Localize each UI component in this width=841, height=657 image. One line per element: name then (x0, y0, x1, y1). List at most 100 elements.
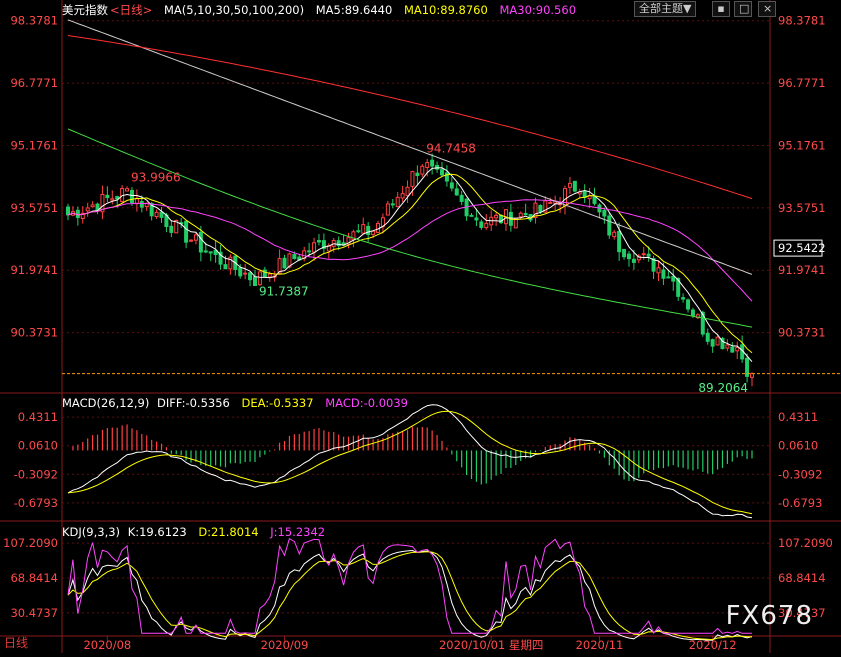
kdj-y-tick-right: 68.8414 (778, 571, 826, 585)
candle-body (282, 257, 287, 269)
candle-body (154, 211, 159, 218)
candle-body (617, 231, 622, 253)
macd-dea-line (67, 410, 753, 515)
candle-body (715, 336, 720, 346)
candle-body (129, 190, 134, 204)
price-y-tick-left: 93.5751 (10, 201, 58, 215)
instrument-title: 美元指数 (62, 3, 108, 17)
close-icon[interactable]: × (758, 1, 776, 17)
kdj-d-value: D:21.8014 (198, 525, 259, 539)
kdj-d-line (67, 551, 753, 641)
kdj-header: KDJ(9,3,3) K:19.6123 D:21.8014 J:15.2342 (62, 525, 333, 539)
candle-body (110, 198, 115, 201)
candle-body (184, 220, 189, 243)
candle-body (262, 269, 267, 278)
candle-body (454, 188, 459, 196)
price-y-tick-right: 98.3781 (778, 14, 826, 28)
candle-body (538, 204, 543, 213)
candle-body (366, 225, 371, 236)
macd-y-tick-right: -0.3092 (778, 467, 822, 481)
price-y-tick-left: 96.7771 (10, 76, 58, 90)
price-y-tick-left: 91.9741 (10, 263, 58, 277)
candle-body (750, 373, 754, 378)
candle-body (189, 239, 194, 242)
candle-body (361, 224, 366, 234)
kdj-j-value: J:15.2342 (270, 525, 326, 539)
candle-body (395, 196, 400, 208)
price-annotation: 91.7387 (259, 284, 309, 298)
time-tick-label: 2020/09 (261, 638, 309, 652)
candle-body (238, 267, 243, 277)
candle-body (90, 204, 95, 208)
candle-body (572, 180, 577, 192)
candle-body (223, 264, 228, 270)
ma30-value: MA30:90.560 (499, 3, 577, 17)
price-annotation: 89.2064 (698, 381, 748, 395)
info-icon[interactable]: ▪ (712, 1, 730, 17)
candle-body (567, 182, 572, 188)
macd-y-tick-left: -0.6793 (14, 496, 58, 510)
candle-body (159, 211, 164, 218)
candle-body (671, 275, 676, 282)
price-annotation: 94.7458 (426, 141, 476, 155)
candle-body (449, 182, 454, 189)
candle-body (208, 251, 213, 254)
candle-body (371, 230, 376, 235)
price-y-tick-right: 96.7771 (778, 76, 826, 90)
candle-body (681, 297, 686, 300)
candle-body (710, 339, 715, 347)
candle-body (356, 230, 361, 233)
candle-body (484, 222, 489, 229)
kdj-y-tick-right: 107.2090 (778, 536, 833, 550)
candle-body (444, 172, 449, 182)
candle-body (203, 250, 208, 253)
candle-body (563, 188, 568, 207)
candle-body (139, 201, 144, 208)
dollar-index-chart: 98.3781 98.3781 96.7771 96.7771 95.1761 95.17… (0, 0, 841, 653)
price-y-tick-right: 95.1761 (778, 138, 826, 152)
time-tick-label: 2020/10/01 星期四 (439, 638, 543, 652)
candle-body (385, 203, 390, 216)
macd-diff-line (67, 404, 753, 519)
period-footer-tab[interactable]: 日线 (4, 634, 28, 651)
kdj-y-tick-left: 68.8414 (10, 571, 58, 585)
chart-stage: 98.3781 98.3781 96.7771 96.7771 95.1761 95.17… (0, 0, 841, 653)
candle-body (415, 172, 420, 177)
candle-body (193, 234, 198, 241)
candle-body (705, 332, 710, 342)
candle-body (410, 171, 415, 187)
price-y-tick-right: 90.3731 (778, 326, 826, 340)
ma30-line (67, 199, 753, 302)
candle-body (257, 271, 262, 286)
macd-y-tick-left: 0.4311 (18, 410, 58, 424)
candle-body (435, 164, 440, 170)
candle-body (607, 215, 612, 236)
macd-y-tick-left: 0.0610 (18, 439, 58, 453)
candle-body (390, 203, 395, 206)
ma10-line (67, 173, 753, 354)
candle-body (661, 269, 666, 279)
kdj-k-value: K:19.6123 (127, 525, 187, 539)
theme-dropdown-button[interactable]: 全部主题▼ (634, 1, 697, 17)
candle-body (602, 210, 607, 217)
candle-body (592, 195, 597, 204)
macd-label: MACD(26,12,9) (62, 396, 150, 410)
price-annotation: 93.9966 (131, 170, 181, 184)
candle-body (105, 194, 110, 199)
ma100-line (67, 19, 753, 275)
candle-body (248, 272, 253, 281)
window-icon[interactable]: □ (734, 1, 752, 17)
candle-body (198, 231, 203, 253)
candle-body (523, 212, 528, 216)
candle-body (626, 253, 631, 260)
kdj-y-tick-left: 30.4737 (10, 606, 58, 620)
candle-body (474, 217, 479, 221)
period-tag[interactable]: <日线> (110, 3, 152, 17)
ma5-value: MA5:89.6440 (315, 3, 393, 17)
ma5-line (67, 167, 753, 363)
macd-y-tick-left: -0.3092 (14, 467, 58, 481)
candle-body (252, 276, 257, 286)
kdj-label: KDJ(9,3,3) (62, 525, 121, 539)
last-price-label: 92.5422 (778, 241, 826, 255)
price-y-tick-right: 91.9741 (778, 263, 826, 277)
